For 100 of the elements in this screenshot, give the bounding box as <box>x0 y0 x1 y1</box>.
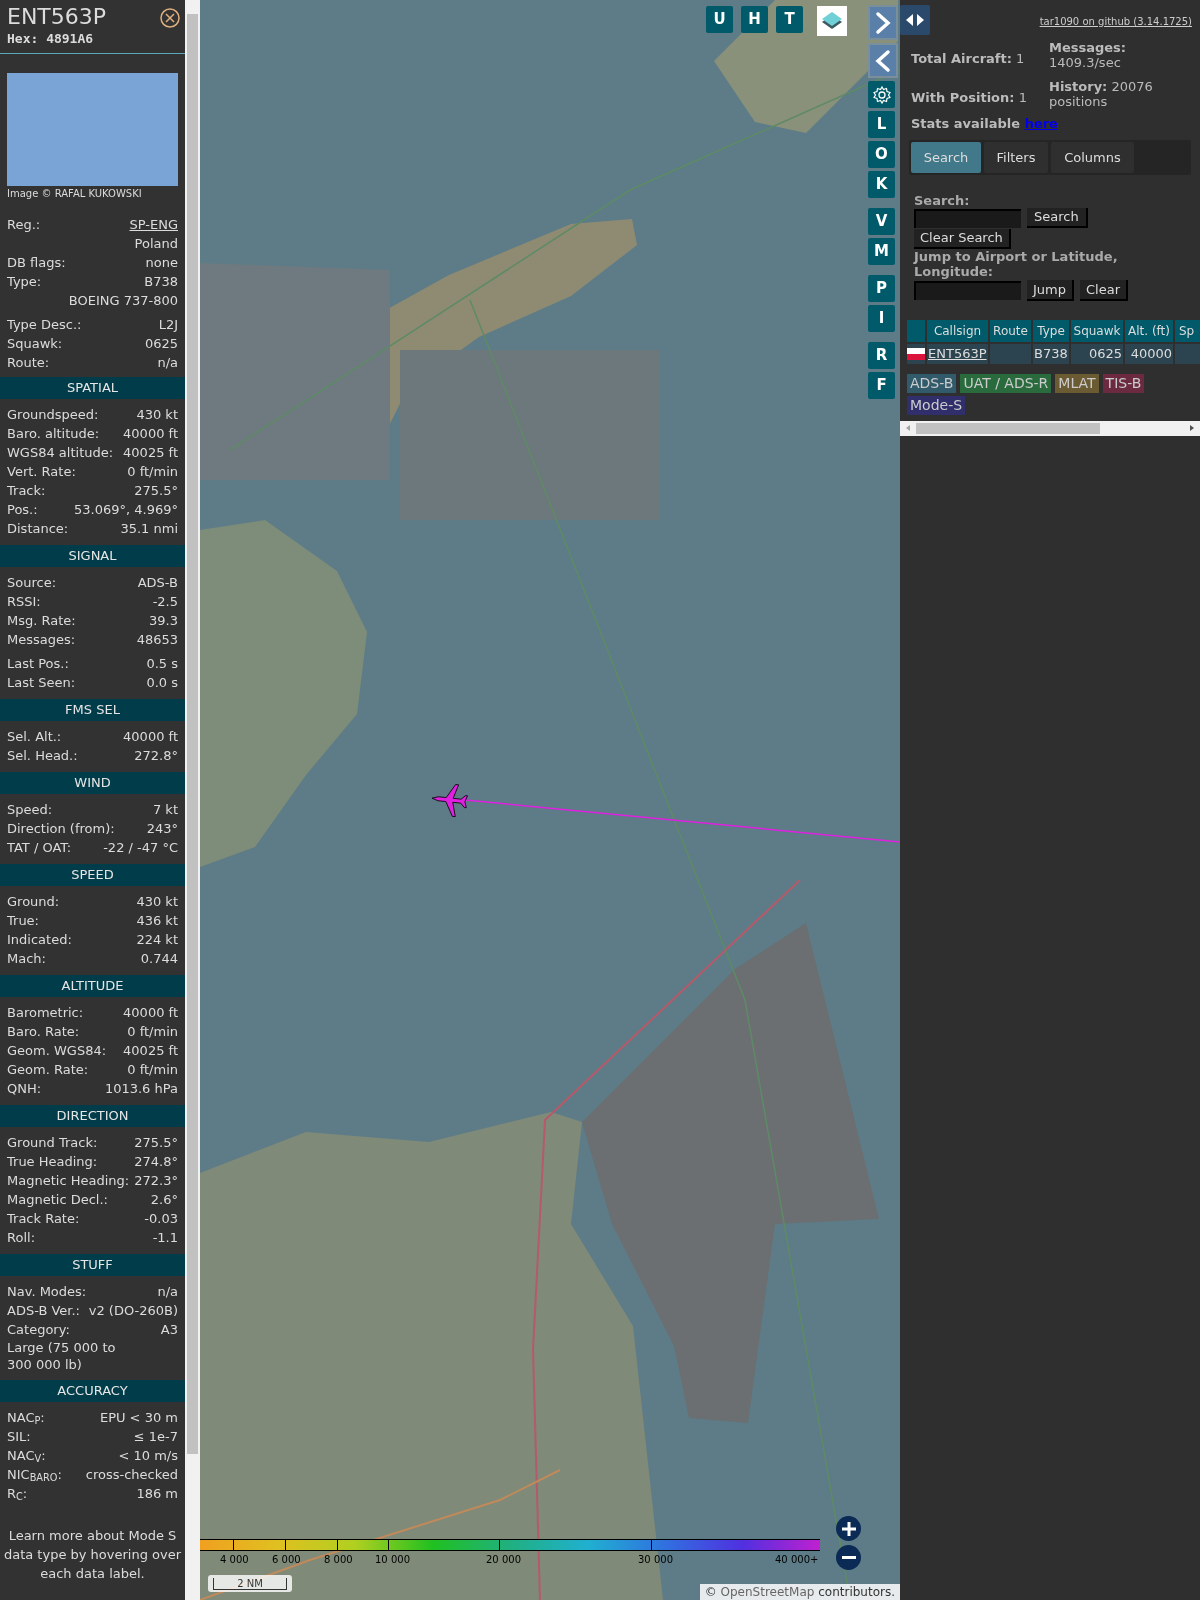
altitude-tick-label: 10 000 <box>375 1554 410 1566</box>
field-value: 272.8° <box>134 747 178 765</box>
field-label: Last Pos.: <box>7 655 69 673</box>
field-label: Source: <box>7 574 57 592</box>
map-toggle-button[interactable]: V <box>868 208 895 235</box>
collapse-button[interactable] <box>868 43 898 78</box>
field-label: Roll: <box>7 1229 35 1247</box>
field-value: 48653 <box>136 631 178 649</box>
map-toggle-button[interactable]: U <box>706 6 733 33</box>
map-toggle-button[interactable]: F <box>868 372 895 399</box>
scrollbar-thumb[interactable] <box>916 422 1100 434</box>
search-label: Search: <box>914 193 971 208</box>
close-button[interactable] <box>160 8 180 28</box>
photo-credit: Image © RAFAL KUKOWSKI <box>7 187 143 201</box>
altitude-tick-label: 40 000+ <box>775 1554 819 1566</box>
field-label: Barometric: <box>7 1004 84 1022</box>
section-header: ALTITUDE <box>0 975 185 997</box>
stat-text: History: 20076 positions <box>1049 79 1153 109</box>
hex-code: Hex: 4891A6 <box>7 31 95 47</box>
field-value: -1.1 <box>152 1229 178 1247</box>
field-value: BOEING 737-800 <box>68 292 178 310</box>
field-value: 275.5° <box>134 1134 178 1152</box>
table-cell: 40000 <box>1125 344 1173 364</box>
expand-button[interactable] <box>868 5 898 40</box>
field-value: < 10 m/s <box>118 1447 178 1465</box>
stat-text: Messages: 1409.3/sec <box>1049 40 1127 70</box>
field-label: True Heading: <box>7 1153 98 1171</box>
stat-text: With Position: 1 <box>911 89 1027 105</box>
field-value: v2 (DO-260B) <box>88 1302 178 1320</box>
source-legend-tag: Mode-S <box>907 395 966 415</box>
map-toggle-button[interactable]: K <box>868 171 895 198</box>
search-field[interactable] <box>914 208 1021 228</box>
chevron-left-icon <box>875 48 891 73</box>
field-value: ADS-B <box>137 574 178 592</box>
stats-note: Stats available here <box>910 116 1059 131</box>
altitude-tick-label: 30 000 <box>638 1554 673 1566</box>
column-header[interactable]: Alt. (ft) <box>1125 320 1173 342</box>
map-toggle-button[interactable]: P <box>868 275 895 302</box>
field-label: Speed: <box>7 801 53 819</box>
field-value: 430 kt <box>136 406 178 424</box>
panel-toggle-button[interactable] <box>900 5 930 35</box>
registration-link[interactable]: SP-ENG <box>129 215 178 234</box>
field-value: 53.069°, 4.969° <box>74 501 178 519</box>
map-toggle-button[interactable]: H <box>741 6 768 33</box>
map-toggle-button[interactable]: T <box>776 6 803 33</box>
column-header[interactable]: Type <box>1033 320 1069 342</box>
field-value: 0 ft/min <box>127 1061 178 1079</box>
column-header[interactable]: Sp <box>1175 320 1200 342</box>
field-value: -22 / -47 °C <box>103 839 178 857</box>
tab[interactable]: Search <box>911 142 981 173</box>
layers-button[interactable] <box>817 6 847 36</box>
map-toggle-button[interactable]: I <box>868 305 895 332</box>
column-header[interactable]: Squawk <box>1071 320 1123 342</box>
left-right-arrows-icon <box>904 12 926 28</box>
table-cell: B738 <box>1033 344 1069 364</box>
map-toggle-button[interactable]: L <box>868 111 895 138</box>
chevron-right-icon <box>875 10 891 35</box>
field-label: Messages: <box>7 631 76 649</box>
field-label: Squawk: <box>7 335 63 353</box>
clear-button[interactable]: Clear <box>1080 280 1128 301</box>
settings-button[interactable] <box>868 81 895 108</box>
column-header[interactable]: Route <box>990 320 1031 342</box>
aircraft-icon[interactable] <box>431 784 468 818</box>
map-toggle-button[interactable]: M <box>868 238 895 265</box>
field-label: Baro. Rate: <box>7 1023 80 1041</box>
section-header: SPATIAL <box>0 377 185 399</box>
search-button[interactable]: Search <box>1027 208 1088 228</box>
column-header[interactable]: Callsign <box>927 320 988 342</box>
field-label: Pos.: <box>7 501 38 519</box>
tab[interactable]: Columns <box>1051 142 1134 173</box>
scale-bar: 2 NM <box>208 1575 292 1592</box>
map[interactable]: U H T L O K V M P I R F 4 000 6 000 8 000 10 000 20 000 30 000 40 000+ 2 NM © OpenStreetMap contributors. <box>200 0 900 1600</box>
field-value: 186 m <box>136 1485 178 1503</box>
clear-search-button[interactable]: Clear Search <box>914 229 1011 249</box>
field-value: A3 <box>160 1321 178 1339</box>
jump-field[interactable] <box>914 281 1021 300</box>
scrollbar-thumb[interactable] <box>187 14 198 1454</box>
table-cell <box>990 344 1031 364</box>
field-label: ADS-B Ver.: <box>7 1302 80 1320</box>
altitude-tick-label: 20 000 <box>486 1554 521 1566</box>
tab[interactable]: Filters <box>984 142 1048 173</box>
horizontal-scrollbar[interactable] <box>900 420 1200 436</box>
field-label: RSSI: <box>7 593 41 611</box>
jump-button[interactable]: Jump <box>1027 280 1074 301</box>
field-value: 224 kt <box>136 931 178 949</box>
field-label: Direction (from): <box>7 820 115 838</box>
scrollbar[interactable] <box>185 0 200 1600</box>
field-value: 40000 ft <box>123 425 178 443</box>
field-label: Vert. Rate: <box>7 463 76 481</box>
field-label: DB flags: <box>7 254 66 272</box>
field-label: Type: <box>7 273 42 291</box>
map-toggle-button[interactable]: R <box>868 342 895 369</box>
section-header: STUFF <box>0 1254 185 1276</box>
field-value: 40000 ft <box>123 1004 178 1022</box>
map-toggle-button[interactable]: O <box>868 141 895 168</box>
field-value: n/a <box>157 1283 178 1301</box>
map-attribution: © OpenStreetMap contributors. <box>699 1584 900 1600</box>
github-link[interactable]: tar1090 on github (3.14.1725) <box>1039 14 1192 29</box>
field-label: NAC$_{V}$: <box>7 1447 46 1465</box>
openstreetmap-link[interactable]: OpenStreetMap <box>720 1585 815 1599</box>
